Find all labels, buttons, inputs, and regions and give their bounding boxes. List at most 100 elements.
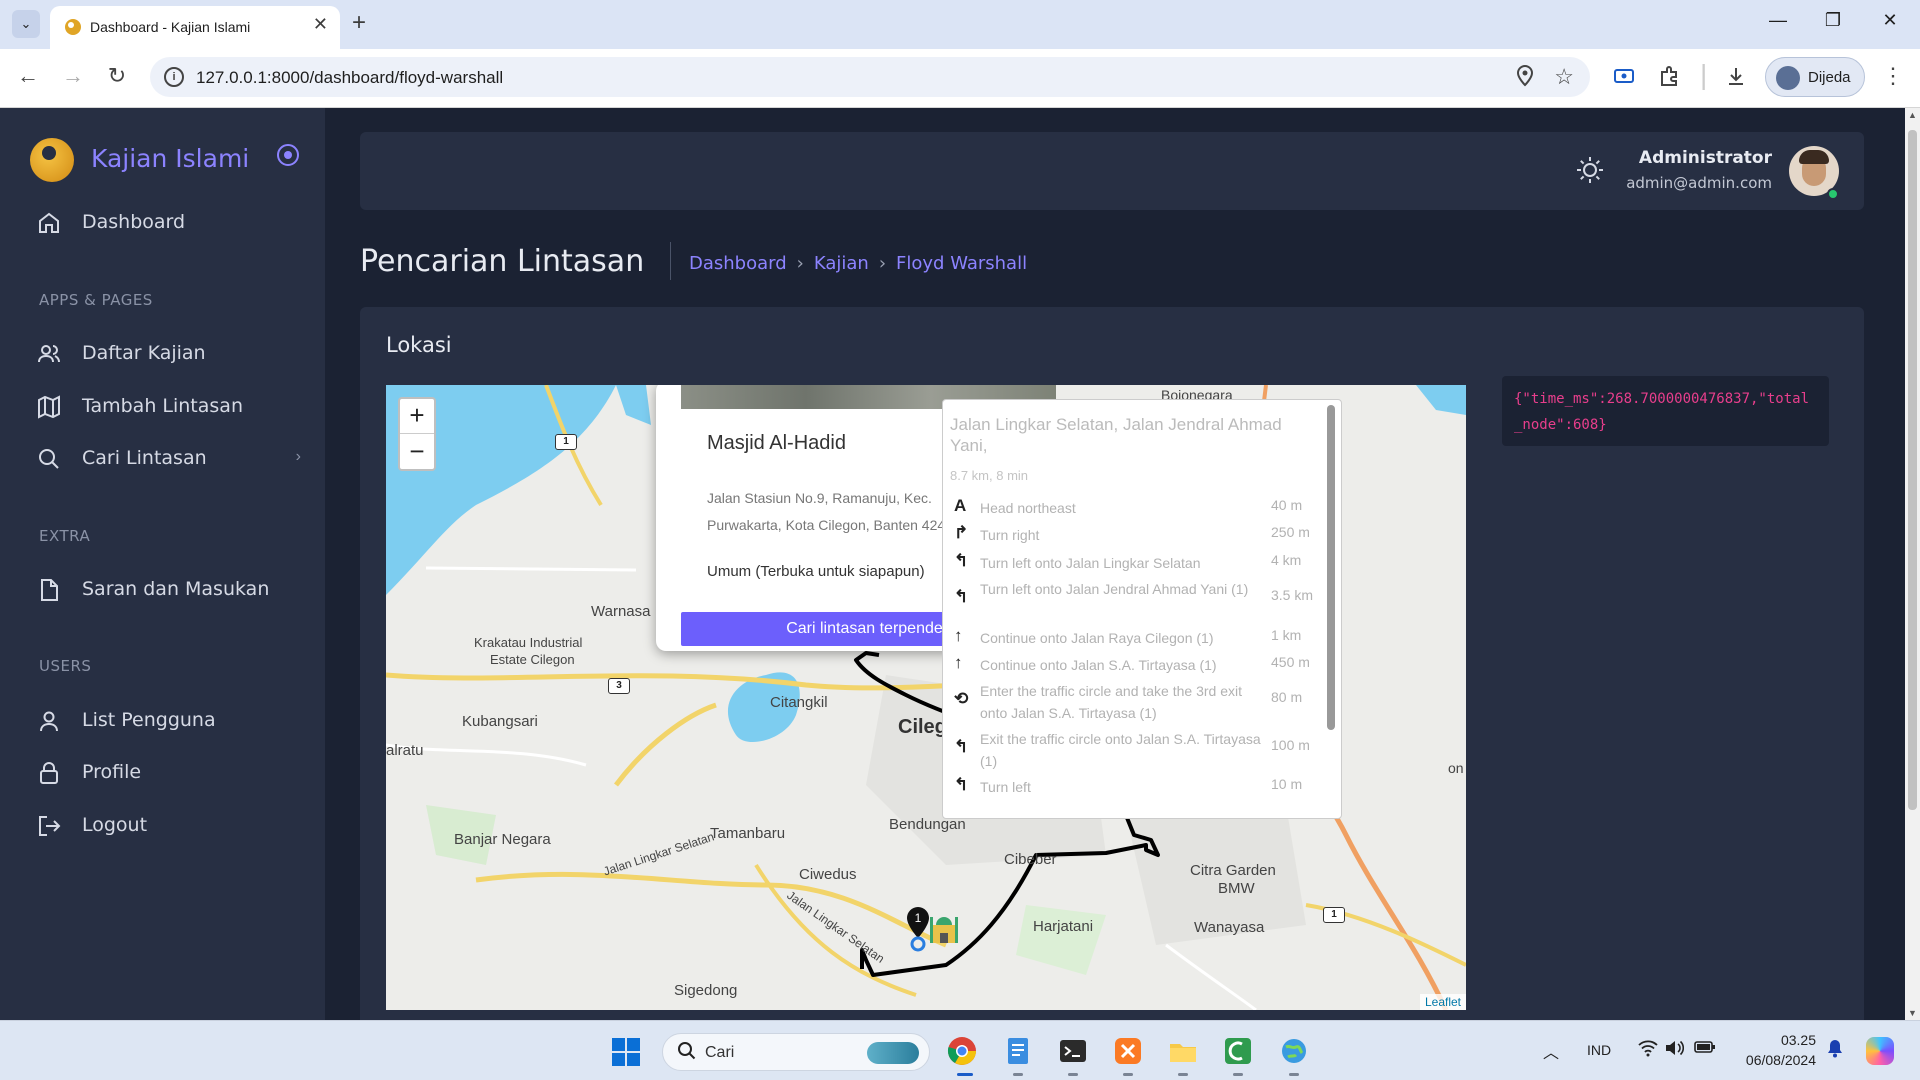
zoom-out-button[interactable]: − [400, 435, 434, 470]
file-explorer-icon[interactable] [1167, 1035, 1199, 1067]
sidebar-item-dashboard[interactable]: Dashboard [36, 208, 301, 238]
sidebar-item-logout[interactable]: Logout [36, 811, 301, 841]
code-editor-icon[interactable] [1222, 1035, 1254, 1067]
leaflet-attribution-link[interactable]: Leaflet [1419, 994, 1466, 1010]
step-text: Head northeast [980, 500, 1076, 516]
notepad-icon[interactable] [1002, 1035, 1034, 1067]
close-window-icon[interactable]: ✕ [1870, 10, 1910, 31]
map-label: Kubangsari [462, 713, 538, 730]
page-title: Pencarian Lintasan [360, 244, 645, 279]
map-marker[interactable]: 1 [906, 905, 966, 965]
step-distance: 80 m [1271, 689, 1303, 705]
bookmark-star-icon[interactable]: ☆ [1554, 64, 1574, 90]
breadcrumb-floyd-warshall: Floyd Warshall [896, 253, 1028, 274]
clock-time[interactable]: 03.25 [1742, 1032, 1816, 1048]
map-label: Banjar Negara [454, 831, 551, 848]
minimize-icon[interactable]: — [1758, 10, 1798, 31]
app-indicator [1178, 1073, 1188, 1076]
taskbar-search[interactable]: Cari [662, 1033, 930, 1071]
screen-cast-icon[interactable] [1613, 65, 1635, 87]
notification-bell-icon[interactable] [1826, 1038, 1844, 1058]
browser-globe-icon[interactable] [1278, 1035, 1310, 1067]
page-scrollbar[interactable]: ▲ ▼ [1905, 108, 1920, 1020]
profile-name: Dijeda [1808, 69, 1851, 86]
clock-date[interactable]: 06/08/2024 [1742, 1052, 1816, 1068]
map-icon [38, 395, 60, 419]
map-label: BMW [1218, 880, 1255, 897]
profile-avatar [1776, 66, 1800, 90]
chevron-up-icon[interactable]: ︿ [1543, 1039, 1559, 1063]
language-indicator[interactable]: IND [1587, 1042, 1611, 1058]
terminal-icon[interactable] [1057, 1035, 1089, 1067]
forward-icon[interactable]: → [58, 63, 88, 89]
sidebar-item-profile[interactable]: Profile [36, 758, 301, 788]
volume-icon[interactable] [1664, 1039, 1684, 1057]
xampp-icon[interactable] [1112, 1035, 1144, 1067]
location-card: Lokasi Bojonegara Warnasa Krakatau Indus… [360, 307, 1864, 1020]
sun-icon[interactable] [1575, 155, 1605, 185]
sidebar-item-cari-lintasan[interactable]: Cari Lintasan › [36, 444, 301, 474]
sidebar-item-daftar-kajian[interactable]: Daftar Kajian [36, 339, 301, 369]
browser-tab[interactable]: Dashboard - Kajian Islami ✕ [50, 6, 340, 49]
download-icon[interactable] [1725, 65, 1747, 87]
brand-title[interactable]: Kajian Islami [91, 144, 249, 173]
algorithm-result-output: {"time_ms":268.7000000476837,"total_node… [1502, 376, 1829, 446]
breadcrumb-kajian[interactable]: Kajian [814, 253, 869, 274]
tab-search-button[interactable]: ⌄ [12, 10, 40, 38]
users-icon [38, 345, 60, 363]
sidebar-item-label: Dashboard [82, 211, 186, 233]
wifi-icon[interactable] [1638, 1039, 1658, 1057]
breadcrumb-dashboard[interactable]: Dashboard [689, 253, 787, 274]
step-text: Enter the traffic circle and take the 3r… [980, 683, 1242, 721]
directions-panel[interactable]: Jalan Lingkar Selatan, Jalan Jendral Ahm… [942, 399, 1342, 819]
page: Kajian Islami Dashboard APPS & PAGES Daf… [0, 108, 1905, 1020]
directions-scrollbar[interactable] [1327, 405, 1335, 730]
search-placeholder: Cari [705, 1044, 735, 1061]
scroll-down-arrow-icon[interactable]: ▼ [1908, 1008, 1917, 1018]
browser-menu-icon[interactable]: ⋮ [1882, 63, 1904, 89]
extensions-icon[interactable] [1658, 65, 1680, 87]
roundabout-icon: ⟲ [954, 689, 969, 708]
online-status-dot [1827, 188, 1839, 200]
back-icon[interactable]: ← [13, 63, 43, 89]
copilot-icon[interactable] [1866, 1037, 1894, 1065]
windows-start-icon[interactable] [612, 1038, 642, 1068]
search-icon [39, 449, 59, 469]
route-map[interactable]: Bojonegara Warnasa Krakatau Industrial E… [386, 385, 1466, 1010]
profile-button[interactable]: Dijeda [1765, 57, 1865, 97]
site-info-icon[interactable]: i [164, 67, 184, 87]
user-icon [40, 711, 58, 732]
restore-icon[interactable]: ❐ [1813, 10, 1853, 31]
sidebar-item-list-pengguna[interactable]: List Pengguna [36, 706, 301, 736]
zoom-in-button[interactable]: + [400, 399, 434, 434]
home-icon [39, 212, 59, 233]
address-bar[interactable]: i 127.0.0.1:8000/dashboard/floyd-warshal… [150, 57, 1590, 97]
step-text: Turn left onto Jalan Jendral Ahmad Yani … [980, 581, 1249, 597]
road-shield: 1 [1323, 907, 1345, 923]
sidebar-item-label: Profile [82, 761, 142, 783]
reload-icon[interactable]: ↻ [102, 63, 132, 89]
sidebar-item-saran[interactable]: Saran dan Masukan [36, 575, 301, 605]
step-distance: 3.5 km [1271, 587, 1314, 603]
map-label: Citangkil [770, 694, 828, 711]
sidebar-item-label: Daftar Kajian [82, 342, 206, 364]
scroll-thumb[interactable] [1908, 130, 1917, 810]
battery-icon[interactable] [1694, 1039, 1716, 1055]
chrome-icon[interactable] [946, 1035, 978, 1067]
popup-type: Umum (Terbuka untuk siapapun) [707, 563, 925, 580]
new-tab-button[interactable]: + [352, 9, 366, 37]
map-label: Tamanbaru [710, 825, 786, 842]
sidebar-item-tambah-lintasan[interactable]: Tambah Lintasan [36, 392, 301, 422]
map-label: Harjatani [1033, 918, 1094, 935]
start-icon: A [954, 496, 967, 515]
road-shield: 3 [608, 678, 630, 694]
brand-logo[interactable] [30, 138, 74, 182]
sidebar-toggle-icon[interactable] [277, 144, 299, 166]
close-tab-icon[interactable]: ✕ [313, 14, 328, 35]
scroll-up-arrow-icon[interactable]: ▲ [1908, 110, 1917, 120]
breadcrumb-divider [670, 242, 671, 280]
app-indicator [1289, 1073, 1299, 1076]
location-pin-icon[interactable] [1516, 65, 1534, 87]
url-text[interactable]: 127.0.0.1:8000/dashboard/floyd-warshall [196, 68, 503, 88]
user-name: Administrator [1638, 148, 1772, 168]
